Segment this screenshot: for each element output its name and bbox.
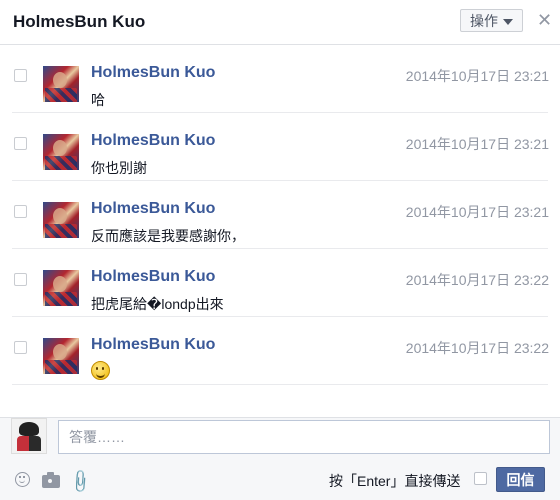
reply-button[interactable]: 回信 xyxy=(496,467,545,492)
message-item: HolmesBun Kuo 2014年10月17日 23:21 你也別謝 xyxy=(0,113,560,181)
message-timestamp: 2014年10月17日 23:21 xyxy=(405,136,549,152)
message-list: HolmesBun Kuo 2014年10月17日 23:21 哈 Holmes… xyxy=(0,45,560,417)
sender-avatar[interactable] xyxy=(43,338,79,374)
enter-to-send-label: 按「Enter」直接傳送 xyxy=(329,473,461,489)
message-item: HolmesBun Kuo 2014年10月17日 23:22 xyxy=(0,317,560,385)
message-timestamp: 2014年10月17日 23:21 xyxy=(405,204,549,220)
sender-avatar[interactable] xyxy=(43,270,79,306)
message-text: 哈 xyxy=(91,92,105,108)
sender-avatar[interactable] xyxy=(43,66,79,102)
message-timestamp: 2014年10月17日 23:21 xyxy=(405,68,549,84)
sender-avatar[interactable] xyxy=(43,202,79,238)
smiley-icon xyxy=(91,361,110,380)
paperclip-icon[interactable]: 📎 xyxy=(66,469,93,495)
message-timestamp: 2014年10月17日 23:22 xyxy=(405,272,549,288)
reply-input[interactable] xyxy=(58,420,550,454)
message-item: HolmesBun Kuo 2014年10月17日 23:21 哈 xyxy=(0,45,560,113)
divider xyxy=(12,384,548,385)
sender-name[interactable]: HolmesBun Kuo xyxy=(91,336,215,354)
sender-avatar[interactable] xyxy=(43,134,79,170)
message-text: 把虎尾給�londp出來 xyxy=(91,296,224,312)
sender-name[interactable]: HolmesBun Kuo xyxy=(91,132,215,150)
message-timestamp: 2014年10月17日 23:22 xyxy=(405,340,549,356)
close-icon[interactable]: ✕ xyxy=(537,10,552,30)
message-checkbox[interactable] xyxy=(14,273,27,286)
message-checkbox[interactable] xyxy=(14,69,27,82)
message-text: 反而應該是我要感謝你， xyxy=(91,228,245,244)
message-item: HolmesBun Kuo 2014年10月17日 23:21 反而應該是我要感… xyxy=(0,181,560,249)
sender-name[interactable]: HolmesBun Kuo xyxy=(91,268,215,286)
reply-composer: 📎 按「Enter」直接傳送 回信 xyxy=(0,417,560,500)
message-checkbox[interactable] xyxy=(14,341,27,354)
camera-icon[interactable] xyxy=(42,472,60,488)
actions-label: 操作 xyxy=(470,12,498,29)
message-item: HolmesBun Kuo 2014年10月17日 23:22 把虎尾給�lon… xyxy=(0,249,560,317)
my-avatar xyxy=(11,418,47,454)
message-checkbox[interactable] xyxy=(14,137,27,150)
message-text: 你也別謝 xyxy=(91,160,147,176)
sender-name[interactable]: HolmesBun Kuo xyxy=(91,200,215,218)
actions-dropdown-button[interactable]: 操作 xyxy=(460,9,523,32)
emoji-icon[interactable] xyxy=(15,472,30,487)
enter-to-send-checkbox[interactable] xyxy=(474,472,487,485)
conversation-title: HolmesBun Kuo xyxy=(13,12,146,31)
message-checkbox[interactable] xyxy=(14,205,27,218)
chevron-down-icon xyxy=(503,18,513,25)
conversation-header: HolmesBun Kuo 操作 ✕ xyxy=(0,0,560,45)
sender-name[interactable]: HolmesBun Kuo xyxy=(91,64,215,82)
